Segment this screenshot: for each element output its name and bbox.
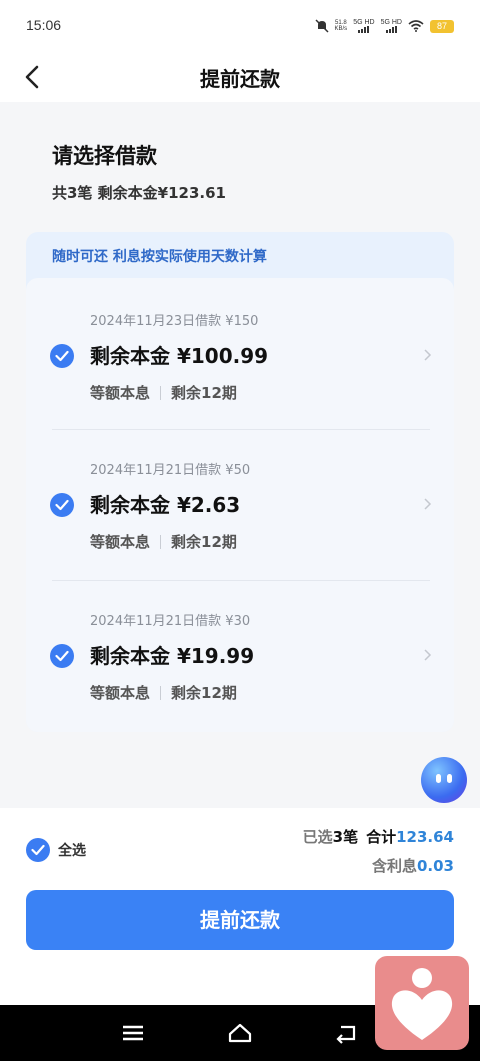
wifi-icon [408,20,424,32]
battery-indicator: 87 [430,19,454,33]
menu-icon[interactable] [120,1021,146,1045]
loan-checkbox[interactable] [50,344,74,368]
section-title: 请选择借款 [52,144,157,168]
prepay-button[interactable]: 提前还款 [26,890,454,950]
assistant-icon[interactable] [421,757,467,803]
select-all-label: 全选 [58,843,86,859]
loan-list: 2024年11月23日借款 ¥150 剩余本金 ¥100.99 等额本息 剩余1… [26,278,454,732]
loan-remaining: 剩余本金 ¥2.63 [90,493,241,517]
loan-terms: 等额本息 剩余12期 [90,382,237,403]
loan-summary: 共3笔 剩余本金¥123.61 [52,184,226,202]
checkmark-icon [31,844,45,856]
loan-terms: 等额本息 剩余12期 [90,682,237,703]
back-icon[interactable] [334,1021,360,1045]
checkmark-icon [55,499,69,511]
status-icons: 51.8 KB/s 5G HD 5G HD 87 [314,16,454,36]
checkmark-icon [55,650,69,662]
interest-label: 含利息 [371,857,417,875]
mute-icon [314,19,329,33]
net-speed-unit: KB/s [334,26,348,32]
sim2-label: 5G HD [380,19,402,26]
divider [160,685,162,700]
loan-date: 2024年11月23日借款 ¥150 [90,314,259,329]
sim2-signal: 5G HD [381,19,402,33]
loan-remaining: 剩余本金 ¥100.99 [90,344,269,368]
status-time: 15:06 [26,17,62,33]
loan-method: 等额本息 [90,384,151,402]
interest-value: 0.03 [416,857,454,875]
signal-bars-icon [358,26,370,33]
loan-periods: 剩余12期 [171,384,237,402]
assistant-eye [447,774,452,783]
loan-remaining: 剩余本金 ¥19.99 [90,644,255,668]
loan-date: 2024年11月21日借款 ¥50 [90,463,251,478]
net-speed: 51.8 KB/s [335,20,348,32]
chevron-right-icon [424,498,432,510]
totals: 已选3笔 合计123.64 含利息0.03 [303,826,454,876]
heart-icon [391,968,453,1040]
page-title: 提前还款 [200,67,280,91]
loan-method: 等额本息 [90,684,151,702]
loan-checkbox[interactable] [50,644,74,668]
home-icon[interactable] [227,1021,253,1045]
divider [160,385,162,400]
sim1-signal: 5G HD [353,19,375,33]
loan-checkbox[interactable] [50,493,74,517]
loan-item[interactable]: 2024年11月23日借款 ¥150 剩余本金 ¥100.99 等额本息 剩余1… [26,278,454,428]
loan-item[interactable]: 2024年11月21日借款 ¥30 剩余本金 ¥19.99 等额本息 剩余12期 [26,580,454,730]
signal-bars-icon [385,26,397,33]
loan-item[interactable]: 2024年11月21日借款 ¥50 剩余本金 ¥2.63 等额本息 剩余12期 [26,429,454,579]
interest-line: 含利息0.03 [303,855,454,876]
chevron-right-icon [424,349,432,361]
select-all-checkbox[interactable] [26,838,50,862]
checkmark-icon [55,350,69,362]
total-label: 合计 [366,828,397,846]
chevron-right-icon [424,649,432,661]
loan-card: 随时可还 利息按实际使用天数计算 2024年11月23日借款 ¥150 剩余本金… [26,232,454,732]
selected-total-line: 已选3笔 合计123.64 [303,826,454,847]
select-all-toggle[interactable]: 全选 [26,838,86,862]
total-value: 123.64 [396,828,454,846]
repayment-notice: 随时可还 利息按实际使用天数计算 [52,249,267,265]
divider [160,534,162,549]
page-header: 提前还款 [0,50,480,102]
loan-method: 等额本息 [90,533,151,551]
loan-periods: 剩余12期 [171,684,237,702]
loan-periods: 剩余12期 [171,533,237,551]
loan-terms: 等额本息 剩余12期 [90,531,237,552]
selected-count: 3笔 [332,828,359,846]
selected-prefix: 已选 [302,828,333,846]
assistant-eye [436,774,441,783]
loan-date: 2024年11月21日借款 ¥30 [90,614,251,629]
sim1-label: 5G HD [353,19,375,26]
status-bar: 15:06 51.8 KB/s 5G HD 5G HD 87 [0,0,480,50]
heart-widget[interactable] [375,956,469,1050]
